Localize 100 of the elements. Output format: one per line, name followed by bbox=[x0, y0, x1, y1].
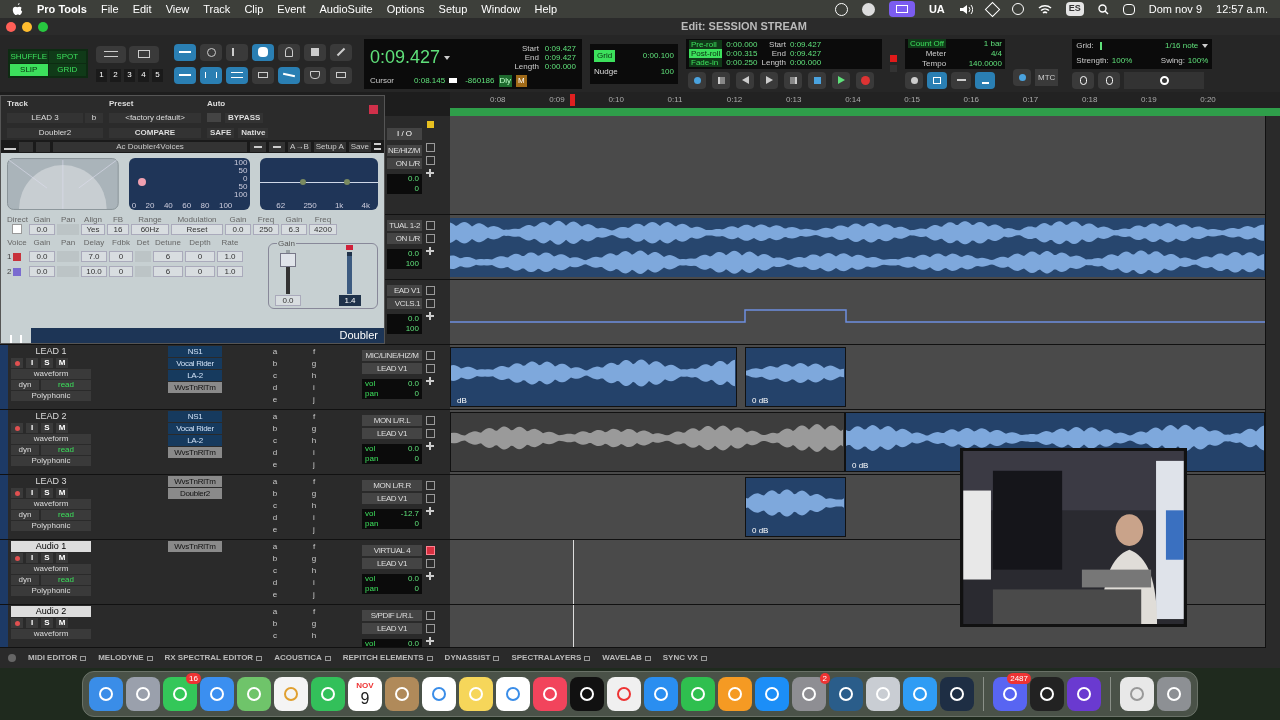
add-icon[interactable] bbox=[426, 637, 434, 645]
tool-tab[interactable]: DYNASSIST bbox=[444, 652, 500, 664]
value-field[interactable]: Yes bbox=[81, 224, 105, 235]
settings-icon[interactable] bbox=[1124, 71, 1205, 89]
send-slot[interactable]: e bbox=[272, 524, 278, 536]
monitor-icon[interactable] bbox=[425, 221, 435, 230]
save-button[interactable]: Save bbox=[348, 141, 371, 152]
tool-tab[interactable]: MIDI EDITOR bbox=[28, 652, 87, 664]
fast-forward-icon[interactable] bbox=[760, 71, 778, 89]
value-field[interactable]: 0.0 bbox=[29, 251, 55, 262]
send-slot[interactable]: j bbox=[313, 589, 315, 601]
value-field[interactable]: Reset bbox=[171, 224, 223, 235]
input-selector[interactable]: VIRTUAL 4 bbox=[362, 545, 422, 556]
menu-time[interactable]: 12:57 a.m. bbox=[1216, 0, 1268, 18]
app-icon[interactable] bbox=[1157, 677, 1191, 711]
input-selector[interactable]: TUAL 1-2 bbox=[387, 220, 422, 231]
zoom-button[interactable] bbox=[38, 21, 48, 32]
send-slot[interactable]: b bbox=[272, 488, 278, 500]
elastic-selector[interactable]: Polyphonic bbox=[11, 521, 91, 531]
window-icon[interactable] bbox=[425, 429, 435, 438]
rewind-icon[interactable] bbox=[736, 71, 754, 89]
value-field[interactable]: 0 bbox=[109, 266, 133, 277]
send-slot[interactable]: g bbox=[311, 553, 317, 565]
window-icon[interactable] bbox=[425, 364, 435, 373]
send-slot[interactable]: b bbox=[272, 423, 278, 435]
send-slot[interactable]: j bbox=[313, 459, 315, 471]
zoom-preset-button[interactable]: 4 bbox=[138, 68, 149, 82]
edit-mode-button[interactable]: SLIP bbox=[10, 64, 48, 76]
monitor-icon[interactable] bbox=[425, 481, 435, 490]
app-icon[interactable] bbox=[607, 677, 641, 711]
track-icon[interactable] bbox=[330, 66, 352, 84]
send-slot[interactable]: f bbox=[312, 541, 316, 553]
tool-tab[interactable]: RX SPECTRAL EDITOR bbox=[164, 652, 263, 664]
app-icon[interactable] bbox=[903, 677, 937, 711]
app-icon[interactable] bbox=[1030, 677, 1064, 711]
record-button[interactable] bbox=[11, 423, 23, 433]
value-field[interactable]: 60Hz bbox=[131, 224, 169, 235]
add-icon[interactable] bbox=[426, 247, 434, 255]
dyn-button[interactable]: dyn bbox=[11, 575, 39, 585]
record-button[interactable] bbox=[11, 488, 23, 498]
menu-item[interactable]: Clip bbox=[244, 0, 264, 18]
send-slot[interactable]: j bbox=[313, 524, 315, 536]
eq-handle[interactable] bbox=[344, 179, 351, 185]
apple-logo-icon[interactable] bbox=[12, 3, 23, 15]
automation-selector[interactable]: read bbox=[41, 575, 91, 585]
send-slot[interactable]: c bbox=[273, 435, 277, 447]
send-slot[interactable]: e bbox=[272, 459, 278, 471]
monitor-icon[interactable] bbox=[425, 286, 435, 295]
value-field[interactable]: 4200 bbox=[309, 224, 337, 235]
send-slot[interactable]: g bbox=[311, 423, 317, 435]
app-icon[interactable] bbox=[1120, 677, 1154, 711]
insert-slot[interactable]: WvsTnRlTm bbox=[168, 382, 222, 393]
wifi-icon[interactable] bbox=[1037, 3, 1052, 15]
insert-slot[interactable]: Doubler2 bbox=[168, 488, 222, 499]
insert-slot[interactable]: WvsTnRlTm bbox=[168, 447, 222, 458]
send-slot[interactable]: h bbox=[311, 370, 317, 382]
elastic-selector[interactable]: Polyphonic bbox=[11, 391, 91, 401]
count-off-button[interactable]: Count Off bbox=[908, 39, 947, 48]
search-icon[interactable] bbox=[1097, 3, 1109, 15]
automation-selector[interactable]: read bbox=[41, 445, 91, 455]
app-icon[interactable] bbox=[237, 677, 271, 711]
tool-tab[interactable]: WAVELAB bbox=[602, 652, 651, 664]
input-button[interactable]: I bbox=[26, 618, 38, 628]
value-field[interactable]: 0.0 bbox=[29, 266, 55, 277]
nudge-value[interactable]: 100 bbox=[660, 65, 674, 78]
dyn-button[interactable]: dyn bbox=[11, 380, 39, 390]
output-selector[interactable]: LEAD V1 bbox=[362, 623, 422, 634]
view-selector[interactable]: waveform bbox=[11, 369, 91, 379]
value-field[interactable]: 6.3 bbox=[281, 224, 307, 235]
view-selector[interactable]: waveform bbox=[11, 629, 91, 639]
caret-icon[interactable] bbox=[444, 55, 451, 60]
mute-button[interactable]: M bbox=[56, 618, 68, 628]
send-slot[interactable]: b bbox=[272, 553, 278, 565]
zoom-in-icon[interactable] bbox=[129, 45, 159, 63]
compare-button[interactable]: COMPARE bbox=[109, 127, 201, 138]
send-slot[interactable]: i bbox=[313, 512, 315, 524]
monitor-icon[interactable] bbox=[425, 416, 435, 425]
output-selector[interactable]: LEAD V1 bbox=[362, 558, 422, 569]
app-icon[interactable] bbox=[89, 677, 123, 711]
solo-button[interactable]: S bbox=[41, 553, 53, 563]
grid-value[interactable]: 1/16 note bbox=[1164, 40, 1199, 52]
automation-icon[interactable] bbox=[278, 66, 300, 84]
menu-item[interactable]: File bbox=[100, 0, 119, 18]
track-name[interactable]: Audio 2 bbox=[11, 606, 91, 617]
value-field[interactable]: 0.0 bbox=[29, 224, 55, 235]
menu-item[interactable]: Track bbox=[203, 0, 231, 18]
roll-button[interactable]: Post-roll bbox=[689, 49, 723, 58]
link-icon[interactable] bbox=[200, 66, 222, 84]
previous-icon[interactable] bbox=[250, 141, 267, 152]
elastic-selector[interactable]: Polyphonic bbox=[11, 586, 91, 596]
value-field[interactable]: 6 bbox=[153, 251, 183, 262]
send-slot[interactable]: h bbox=[311, 500, 317, 512]
input-selector[interactable]: EAD V1 bbox=[387, 285, 422, 296]
send-slot[interactable]: f bbox=[312, 346, 316, 358]
send-slot[interactable]: g bbox=[311, 358, 317, 370]
mute-button[interactable]: M bbox=[56, 488, 68, 498]
input-selector[interactable]: NE/HIZ/M bbox=[387, 145, 422, 156]
view-selector[interactable]: waveform bbox=[11, 499, 91, 509]
app-icon[interactable] bbox=[459, 677, 493, 711]
value-field[interactable]: 10.0 bbox=[81, 266, 107, 277]
